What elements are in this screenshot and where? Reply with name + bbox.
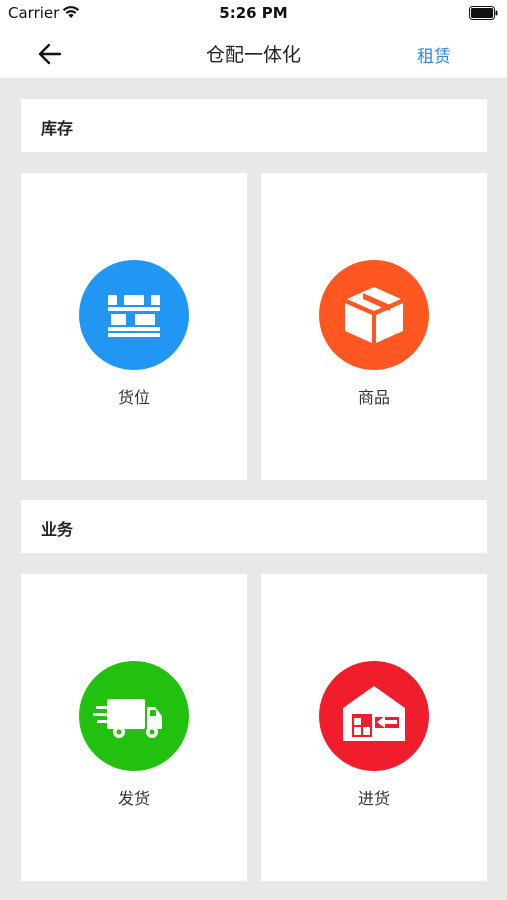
status-bar: Carrier 5:26 PM <box>0 0 507 28</box>
tile-label: 进货 <box>357 789 390 808</box>
section-header-business: 业务 <box>21 500 487 553</box>
lease-button[interactable]: 租赁 <box>417 42 451 67</box>
tile-shipping[interactable]: 发货 <box>21 574 247 881</box>
box-icon <box>319 260 429 370</box>
section-title: 库存 <box>41 119 74 138</box>
section-title: 业务 <box>41 520 74 539</box>
back-button[interactable] <box>36 40 64 68</box>
tile-label: 发货 <box>117 789 150 808</box>
section-header-inventory: 库存 <box>21 99 487 152</box>
battery-icon <box>469 6 499 24</box>
shelf-icon <box>79 260 189 370</box>
tile-purchasing[interactable]: 进货 <box>261 574 487 881</box>
tile-storage-location[interactable]: 货位 <box>21 173 247 480</box>
nav-bar: 仓配一体化 租赁 <box>0 28 507 78</box>
tile-label: 货位 <box>117 388 150 407</box>
truck-icon <box>79 661 189 771</box>
status-time: 5:26 PM <box>219 4 288 22</box>
tile-products[interactable]: 商品 <box>261 173 487 480</box>
warehouse-inbound-icon <box>319 661 429 771</box>
arrow-left-icon <box>38 43 62 65</box>
tile-label: 商品 <box>357 388 390 407</box>
